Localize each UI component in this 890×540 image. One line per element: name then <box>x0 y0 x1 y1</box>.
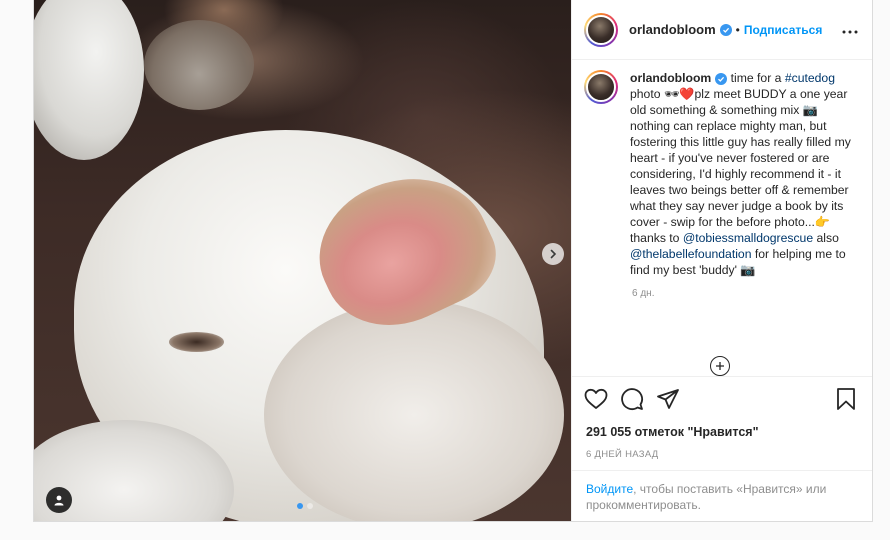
share-icon <box>657 389 679 409</box>
load-more-icon <box>716 362 724 370</box>
photo-pillow <box>34 0 144 160</box>
post-side-panel: orlandobloom • Подписаться orlandobloom … <box>571 0 872 521</box>
mention-link-thelabellefoundation[interactable]: @thelabellefoundation <box>630 247 751 261</box>
mention-link-tobiessmalldogrescue[interactable]: @tobiessmalldogrescue <box>683 231 813 245</box>
user-tag-icon <box>54 495 64 506</box>
next-slide-button[interactable] <box>542 243 564 265</box>
caption-part-1: time for a <box>727 71 785 85</box>
caption-time[interactable]: 6 дн. <box>632 288 860 299</box>
follow-button[interactable]: Подписаться <box>744 23 822 37</box>
caption-avatar[interactable] <box>584 70 618 104</box>
photo-dog-body <box>264 300 564 521</box>
caption-part-2: photo 🕶❤️plz meet BUDDY a one year old s… <box>630 87 851 245</box>
share-button[interactable] <box>656 387 692 411</box>
login-link[interactable]: Войдите <box>586 482 633 496</box>
hashtag-link[interactable]: #cutedog <box>785 71 835 85</box>
action-bar <box>572 376 872 421</box>
post-container: orlandobloom • Подписаться orlandobloom … <box>33 0 873 522</box>
carousel-indicator <box>297 503 313 509</box>
post-date: 6 ДНЕЙ НАЗАД <box>586 449 659 460</box>
avatar[interactable] <box>584 12 618 47</box>
carousel-dot-active <box>297 503 303 509</box>
caption-username[interactable]: orlandobloom <box>630 71 711 85</box>
carousel-dot <box>307 503 313 509</box>
save-button[interactable] <box>836 387 860 411</box>
caption-text: orlandobloom time for a #cutedog photo 🕶… <box>630 70 860 278</box>
comment-icon <box>621 388 643 410</box>
bookmark-icon <box>837 388 855 410</box>
like-button[interactable] <box>584 387 620 411</box>
login-prompt: Войдите, чтобы поставить «Нравится» или … <box>572 470 872 521</box>
load-more-comments-button[interactable] <box>710 356 730 376</box>
verified-icon <box>719 23 732 36</box>
likes-count[interactable]: 291 055 отметок "Нравится" <box>572 425 872 439</box>
caption-row: orlandobloom time for a #cutedog photo 🕶… <box>584 70 860 278</box>
verified-icon <box>715 73 728 85</box>
next-arrow-icon <box>550 249 557 259</box>
photo-dog-eye <box>169 332 224 352</box>
caption-part-3: also <box>813 231 843 245</box>
post-photo[interactable] <box>34 0 571 521</box>
heart-icon <box>584 388 608 409</box>
comment-button[interactable] <box>620 387 656 411</box>
header-separator: • <box>735 22 740 37</box>
user-tags-button[interactable] <box>46 487 72 513</box>
comments-section: orlandobloom time for a #cutedog photo 🕶… <box>572 60 872 376</box>
more-options-icon[interactable] <box>842 21 860 39</box>
header-username[interactable]: orlandobloom <box>629 22 716 37</box>
post-header: orlandobloom • Подписаться <box>572 0 872 60</box>
photo-face <box>144 20 254 110</box>
